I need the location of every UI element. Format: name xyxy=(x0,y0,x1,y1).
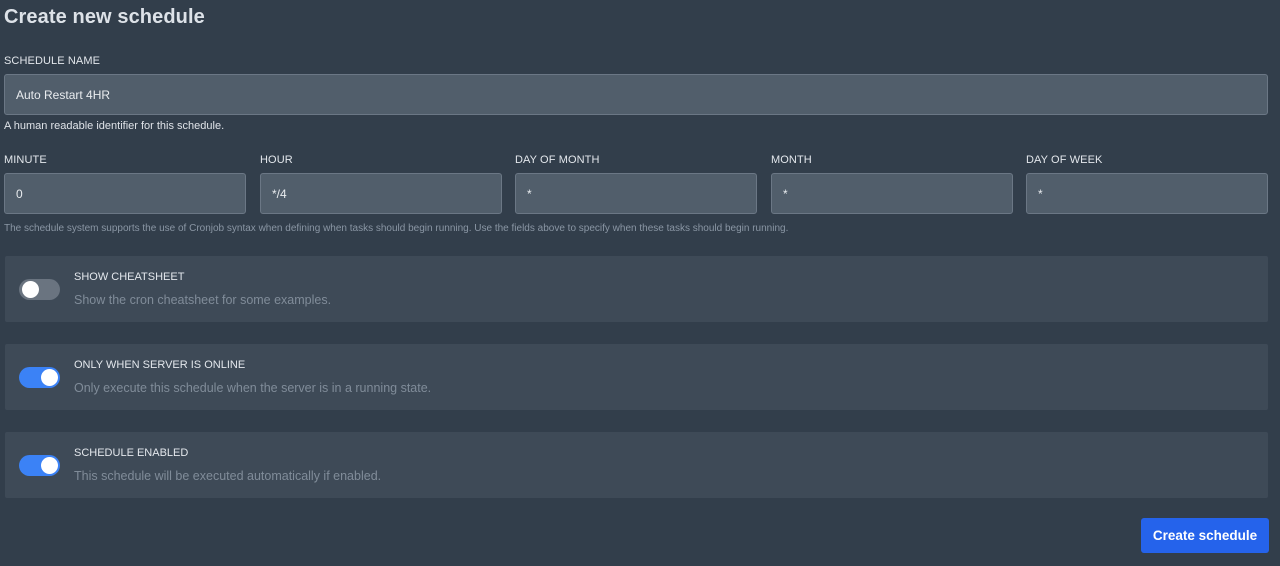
minute-input[interactable]: 0 xyxy=(4,173,246,214)
hour-label: HOUR xyxy=(260,154,293,166)
minute-label: MINUTE xyxy=(4,154,47,166)
day-of-month-input[interactable]: * xyxy=(515,173,757,214)
month-label: MONTH xyxy=(771,154,812,166)
schedule-name-input[interactable]: Auto Restart 4HR xyxy=(4,74,1268,115)
schedule-name-label: SCHEDULE NAME xyxy=(4,55,101,67)
only-when-online-card: ONLY WHEN SERVER IS ONLINE Only execute … xyxy=(5,344,1268,410)
schedule-enabled-card: SCHEDULE ENABLED This schedule will be e… xyxy=(5,432,1268,498)
cron-help: The schedule system supports the use of … xyxy=(4,223,789,234)
show-cheatsheet-card: SHOW CHEATSHEET Show the cron cheatsheet… xyxy=(5,256,1268,322)
show-cheatsheet-description: Show the cron cheatsheet for some exampl… xyxy=(74,293,332,307)
create-schedule-page: Create new schedule SCHEDULE NAME Auto R… xyxy=(0,0,1280,566)
only-when-online-description: Only execute this schedule when the serv… xyxy=(74,381,432,395)
toggle-knob xyxy=(41,457,58,474)
toggle-knob xyxy=(22,281,39,298)
day-of-week-input[interactable]: * xyxy=(1026,173,1268,214)
month-input[interactable]: * xyxy=(771,173,1013,214)
page-title: Create new schedule xyxy=(4,6,205,28)
toggle-knob xyxy=(41,369,58,386)
day-of-month-label: DAY OF MONTH xyxy=(515,154,600,166)
only-when-online-toggle[interactable] xyxy=(19,367,60,388)
hour-input[interactable]: */4 xyxy=(260,173,502,214)
day-of-week-label: DAY OF WEEK xyxy=(1026,154,1103,166)
schedule-name-help: A human readable identifier for this sch… xyxy=(4,120,225,132)
create-schedule-button[interactable]: Create schedule xyxy=(1141,518,1269,553)
show-cheatsheet-toggle[interactable] xyxy=(19,279,60,300)
schedule-enabled-toggle[interactable] xyxy=(19,455,60,476)
show-cheatsheet-title: SHOW CHEATSHEET xyxy=(74,271,185,283)
schedule-enabled-description: This schedule will be executed automatic… xyxy=(74,469,382,483)
only-when-online-title: ONLY WHEN SERVER IS ONLINE xyxy=(74,359,246,371)
schedule-enabled-title: SCHEDULE ENABLED xyxy=(74,447,189,459)
